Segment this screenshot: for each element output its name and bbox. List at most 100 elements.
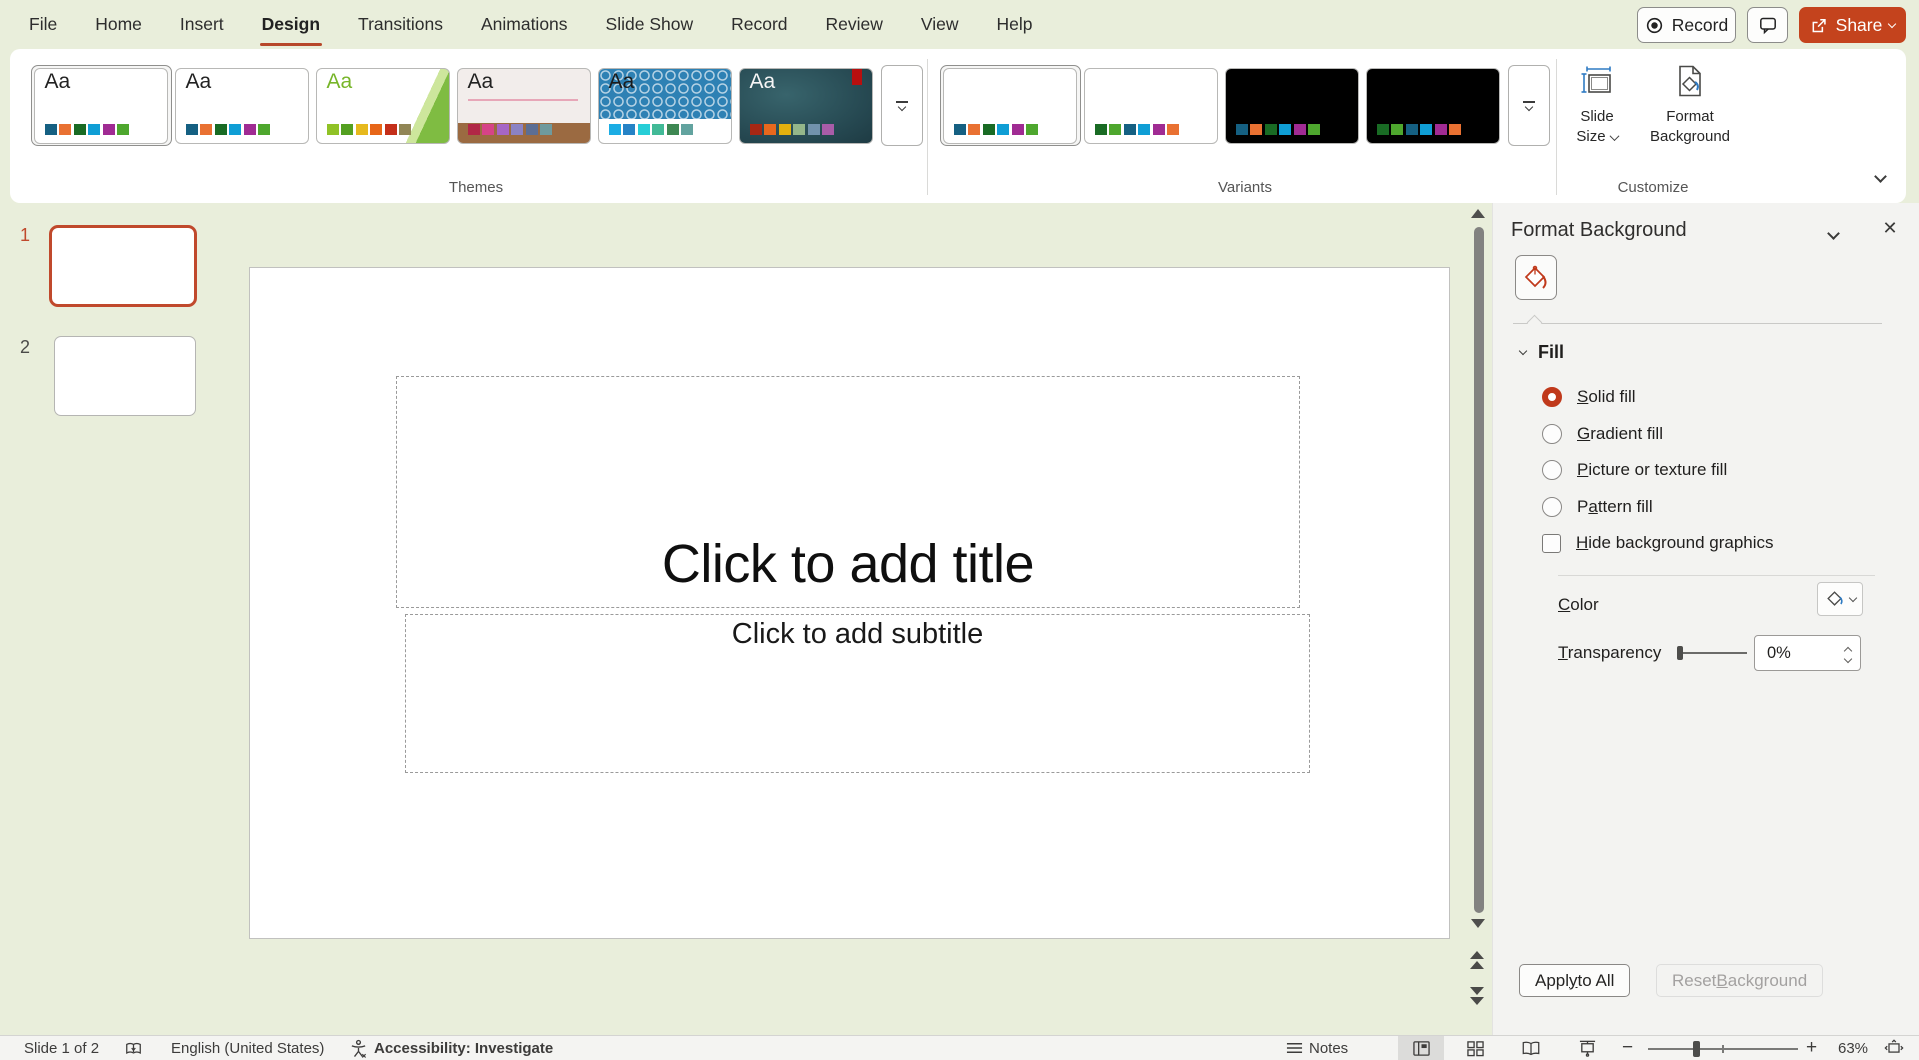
option-label: Pattern fill (1577, 497, 1653, 517)
fit-slide-to-window-icon[interactable] (1884, 1036, 1904, 1060)
checkbox-control[interactable] (1542, 534, 1561, 553)
subtitle-placeholder[interactable]: Click to add subtitle (405, 614, 1310, 773)
slide-1-thumbnail[interactable] (49, 225, 197, 307)
menu-tab-animations[interactable]: Animations (479, 0, 570, 49)
radio-control[interactable] (1542, 460, 1562, 480)
fill-option-hide-background-graphics[interactable]: Hide background graphics (1542, 525, 1899, 562)
share-icon (1810, 16, 1829, 35)
spelling-icon[interactable] (124, 1036, 143, 1060)
theme-thumbnail-5[interactable]: Aa (595, 65, 736, 146)
option-label: Solid fill (1577, 387, 1636, 407)
theme-aa-sample: Aa (45, 70, 71, 94)
variants-gallery-more-button[interactable] (1508, 65, 1550, 146)
collapse-ribbon-button[interactable] (1868, 166, 1892, 186)
fill-tab-button[interactable] (1515, 255, 1557, 300)
apply-to-all-button[interactable]: Apply to All (1519, 964, 1630, 997)
theme-thumbnail-2[interactable]: Aa (172, 65, 313, 146)
menu-tab-design[interactable]: Design (260, 0, 322, 49)
menu-tab-record[interactable]: Record (729, 0, 789, 49)
theme-thumbnail-card: Aa (175, 68, 309, 144)
menu-tab-review[interactable]: Review (824, 0, 885, 49)
themes-gallery-more-button[interactable] (881, 65, 923, 146)
record-icon (1645, 16, 1664, 35)
menu-tab-slide-show[interactable]: Slide Show (604, 0, 696, 49)
zoom-slider-thumb[interactable] (1693, 1041, 1700, 1057)
variant-thumbnail-4[interactable] (1363, 65, 1504, 146)
transparency-slider-thumb[interactable] (1677, 646, 1683, 660)
variant-thumbnail-3[interactable] (1222, 65, 1363, 146)
pane-close-button[interactable]: ✕ (1877, 215, 1903, 241)
slide-indicator[interactable]: Slide 1 of 2 (24, 1036, 99, 1060)
previous-slide-button[interactable] (1466, 945, 1488, 975)
reset-background-button[interactable]: Reset Background (1656, 964, 1823, 997)
reading-view-button[interactable] (1508, 1036, 1554, 1060)
menu-tab-insert[interactable]: Insert (178, 0, 226, 49)
fill-option-gradient-fill[interactable]: Gradient fill (1542, 416, 1899, 453)
chevron-down-icon (1827, 227, 1840, 240)
theme-thumbnail-1[interactable]: Aa (31, 65, 172, 146)
fill-option-picture-or-texture-fill[interactable]: Picture or texture fill (1542, 452, 1899, 489)
vertical-scrollbar-thumb[interactable] (1474, 227, 1484, 913)
menu-tab-home[interactable]: Home (93, 0, 144, 49)
double-chevron-up-icon (1470, 951, 1484, 959)
accessibility-icon (349, 1036, 368, 1060)
slide-2-thumbnail[interactable] (54, 336, 196, 416)
stepper-down-icon[interactable] (1844, 654, 1852, 662)
format-background-button[interactable]: Format Background (1640, 59, 1740, 179)
fill-option-pattern-fill[interactable]: Pattern fill (1542, 489, 1899, 526)
share-button[interactable]: Share (1799, 7, 1906, 43)
slide-sorter-view-button[interactable] (1452, 1036, 1498, 1060)
theme-color-swatches (45, 124, 130, 135)
menu-bar: File Home Insert Design Transitions Animation… (27, 0, 1035, 49)
theme-color-swatches (609, 124, 694, 135)
theme-color-swatches (750, 124, 835, 135)
zoom-level[interactable]: 63% (1838, 1036, 1868, 1060)
chevron-down-icon (1848, 594, 1856, 602)
radio-control[interactable] (1542, 497, 1562, 517)
slide-canvas[interactable]: Click to add title Click to add subtitle (249, 267, 1450, 939)
theme-aa-sample: Aa (609, 70, 635, 94)
scrollbar-up-arrow[interactable] (1471, 209, 1485, 218)
menu-tab-transitions[interactable]: Transitions (356, 0, 445, 49)
radio-control[interactable] (1542, 424, 1562, 444)
fill-option-solid-fill[interactable]: Solid fill (1542, 379, 1899, 416)
zoom-in-button[interactable]: + (1806, 1036, 1817, 1060)
variant-thumbnail-2[interactable] (1081, 65, 1222, 146)
title-placeholder-text: Click to add title (662, 533, 1034, 595)
ribbon: AaAaAaAaAaAa Themes Variants Slide Size (10, 49, 1906, 203)
transparency-slider[interactable] (1679, 652, 1747, 654)
zoom-out-button[interactable]: − (1622, 1036, 1633, 1060)
slide-1-number: 1 (20, 225, 30, 246)
radio-control[interactable] (1542, 387, 1562, 407)
title-placeholder[interactable]: Click to add title (396, 376, 1300, 608)
slide-show-view-button[interactable] (1564, 1036, 1610, 1060)
share-chevron-down-icon (1888, 19, 1896, 27)
theme-thumbnail-3[interactable]: Aa (313, 65, 454, 146)
notes-button[interactable]: Notes (1286, 1036, 1348, 1060)
theme-thumbnail-4[interactable]: Aa (454, 65, 595, 146)
record-button[interactable]: Record (1637, 7, 1736, 43)
fill-color-button[interactable] (1817, 582, 1863, 616)
stepper-up-icon[interactable] (1844, 646, 1852, 654)
next-slide-button[interactable] (1466, 981, 1488, 1011)
zoom-slider[interactable] (1648, 1048, 1798, 1050)
fill-section-header[interactable]: Fill (1520, 342, 1564, 363)
language-indicator[interactable]: English (United States) (171, 1036, 324, 1060)
menu-tab-file[interactable]: File (27, 0, 59, 49)
slide-size-button[interactable]: Slide Size (1558, 59, 1636, 179)
transparency-spinbox[interactable]: 0% (1754, 635, 1861, 671)
accessibility-status[interactable]: Accessibility: Investigate (374, 1036, 553, 1060)
theme-thumbnail-6[interactable]: Aa (736, 65, 877, 146)
comments-button[interactable] (1747, 7, 1788, 43)
scrollbar-down-arrow[interactable] (1471, 919, 1485, 928)
menu-tab-help[interactable]: Help (995, 0, 1035, 49)
variant-thumbnail-card (943, 68, 1077, 144)
menu-tab-view[interactable]: View (919, 0, 961, 49)
theme-thumbnail-card: Aa (739, 68, 873, 144)
format-background-icon (1672, 63, 1708, 99)
chevron-down-icon (1519, 347, 1527, 355)
theme-color-swatches (327, 124, 412, 135)
variant-thumbnail-1[interactable] (940, 65, 1081, 146)
normal-view-button[interactable] (1398, 1036, 1444, 1060)
pane-collapse-button[interactable] (1821, 223, 1845, 243)
